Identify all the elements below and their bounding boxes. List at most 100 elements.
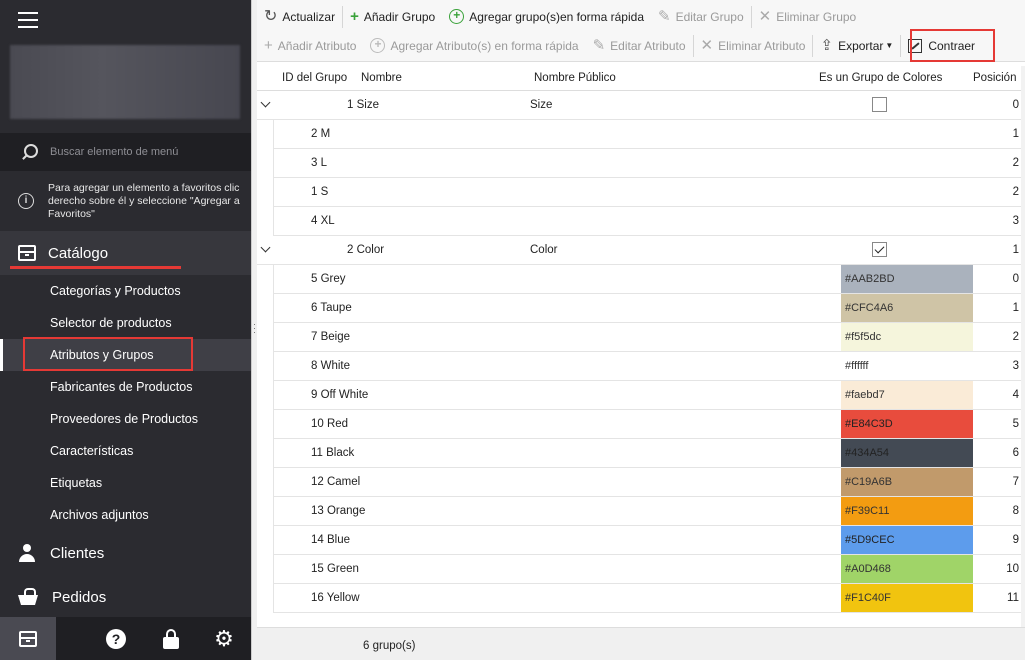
edit-group-label: Editar Grupo — [675, 9, 744, 24]
home-button[interactable] — [0, 617, 56, 660]
lock-icon — [163, 629, 179, 649]
delete-group-button[interactable]: ✕ Eliminar Grupo — [752, 3, 864, 30]
column-header-name[interactable]: Nombre — [361, 72, 402, 84]
status-bar: 6 grupo(s) — [257, 627, 1025, 660]
attribute-row[interactable]: 1 S 2 — [273, 178, 1021, 207]
pencil-icon: ✎ — [592, 37, 606, 54]
attribute-row[interactable]: 9 Off White #faebd7 4 — [273, 381, 1021, 410]
group-row[interactable]: 1 Size Size 0 — [257, 91, 1021, 120]
favorites-tip-text: Para agregar un elemento a favoritos cli… — [48, 181, 240, 220]
info-icon: i — [18, 193, 34, 209]
group-label: 2 Color — [347, 244, 385, 256]
attribute-position: 3 — [1012, 215, 1019, 227]
plus-icon: + — [350, 8, 359, 25]
lock-button[interactable] — [160, 628, 182, 650]
help-button[interactable]: ? — [105, 628, 127, 650]
delete-group-label: Eliminar Grupo — [776, 9, 857, 24]
store-icon — [19, 630, 37, 647]
attribute-position: 6 — [1012, 447, 1019, 459]
attribute-row[interactable]: 13 Orange #F39C11 8 — [273, 497, 1021, 526]
quick-add-attributes-button[interactable]: + Agregar Atributo(s) en forma rápida — [363, 32, 585, 59]
settings-button[interactable]: ⚙ — [213, 628, 235, 650]
hamburger-menu-icon[interactable] — [18, 12, 38, 28]
sidebar-item-clients-label: Clientes — [50, 544, 105, 562]
sidebar-item-orders[interactable]: Pedidos — [0, 575, 251, 619]
color-group-checkbox[interactable] — [872, 242, 887, 257]
submenu-product-selector[interactable]: Selector de productos — [0, 307, 251, 339]
color-swatch: #faebd7 — [841, 381, 973, 409]
attribute-row[interactable]: 2 M 1 — [273, 120, 1021, 149]
attribute-row[interactable]: 11 Black #434A54 6 — [273, 439, 1021, 468]
group-count: 6 grupo(s) — [363, 640, 416, 652]
attribute-label: 11 Black — [311, 447, 355, 459]
submenu-categories-products[interactable]: Categorías y Productos — [0, 275, 251, 307]
highlight-box-attributes — [23, 337, 193, 371]
toolbar-row-attributes: + Añadir Atributo + Agregar Atributo(s) … — [257, 31, 982, 60]
attribute-row[interactable]: 3 L 2 — [273, 149, 1021, 178]
column-header-position[interactable]: Posición — [973, 72, 1016, 84]
attribute-row[interactable]: 6 Taupe #CFC4A6 1 — [273, 294, 1021, 323]
attribute-position: 11 — [1007, 592, 1019, 604]
profile-area — [10, 45, 240, 119]
group-row[interactable]: 2 Color Color 1 — [257, 236, 1021, 265]
attribute-label: 2 M — [311, 128, 331, 140]
submenu-attachments[interactable]: Archivos adjuntos — [0, 499, 251, 531]
chevron-down-icon[interactable] — [260, 242, 271, 253]
submenu-tags[interactable]: Etiquetas — [0, 467, 251, 499]
attribute-label: 3 L — [311, 157, 327, 169]
sidebar-item-orders-label: Pedidos — [52, 588, 107, 606]
attribute-row[interactable]: 15 Green #A0D468 10 — [273, 555, 1021, 584]
attribute-row[interactable]: 5 Grey #AAB2BD 0 — [273, 265, 1021, 294]
attribute-label: 14 Blue — [311, 534, 351, 546]
close-icon: ✕ — [758, 8, 772, 25]
menu-search-input[interactable] — [50, 146, 240, 158]
attribute-row[interactable]: 12 Camel #C19A6B 7 — [273, 468, 1021, 497]
edit-attribute-button[interactable]: ✎ Editar Atributo — [586, 32, 693, 59]
attribute-position: 0 — [1012, 273, 1019, 285]
add-attribute-label: Añadir Atributo — [277, 38, 357, 53]
submenu-suppliers[interactable]: Proveedores de Productos — [0, 403, 251, 435]
pencil-icon: ✎ — [658, 8, 671, 25]
attribute-row[interactable]: 8 White #ffffff 3 — [273, 352, 1021, 381]
group-label: 1 Size — [347, 99, 379, 111]
attribute-row[interactable]: 4 XL 3 — [273, 207, 1021, 236]
attribute-position: 2 — [1012, 331, 1019, 343]
attribute-row[interactable]: 16 Yellow #F1C40F 11 — [273, 584, 1021, 613]
attributes-grid: ID del Grupo Nombre Nombre Público Es un… — [257, 66, 1021, 627]
user-icon — [18, 544, 36, 562]
group-position: 0 — [1012, 99, 1019, 111]
chevron-down-icon[interactable] — [260, 97, 271, 108]
submenu-features[interactable]: Características — [0, 435, 251, 467]
attribute-position: 10 — [1006, 563, 1019, 575]
color-group-checkbox[interactable] — [872, 97, 887, 112]
grid-header: ID del Grupo Nombre Nombre Público Es un… — [257, 66, 1021, 91]
color-swatch: #434A54 — [841, 439, 973, 467]
attribute-row[interactable]: 14 Blue #5D9CEC 9 — [273, 526, 1021, 555]
close-icon: ✕ — [700, 37, 714, 54]
attribute-row[interactable]: 10 Red #E84C3D 5 — [273, 410, 1021, 439]
group-public-name: Color — [530, 244, 558, 256]
add-group-button[interactable]: + Añadir Grupo — [343, 3, 442, 30]
plus-icon: + — [264, 37, 273, 54]
edit-group-button[interactable]: ✎ Editar Grupo — [651, 3, 751, 30]
attribute-row[interactable]: 7 Beige #f5f5dc 2 — [273, 323, 1021, 352]
export-button[interactable]: ⇪ Exportar ▼ — [813, 32, 900, 59]
add-attribute-button[interactable]: + Añadir Atributo — [257, 32, 363, 59]
toolbar-row-groups: ↻ Actualizar + Añadir Grupo + Agregar gr… — [257, 2, 863, 31]
sidebar-item-clients[interactable]: Clientes — [0, 531, 251, 575]
column-header-is-color[interactable]: Es un Grupo de Colores — [819, 72, 942, 84]
color-swatch: #F39C11 — [841, 497, 973, 525]
column-header-id[interactable]: ID del Grupo — [282, 72, 347, 84]
color-swatch: #AAB2BD — [841, 265, 973, 293]
column-header-public-name[interactable]: Nombre Público — [534, 72, 616, 84]
attribute-label: 10 Red — [311, 418, 349, 430]
delete-attribute-button[interactable]: ✕ Eliminar Atributo — [694, 32, 813, 59]
attribute-label: 4 XL — [311, 215, 335, 227]
vertical-scrollbar[interactable] — [1021, 66, 1025, 627]
highlight-underline — [10, 266, 181, 269]
attribute-label: 6 Taupe — [311, 302, 352, 314]
submenu-manufacturers[interactable]: Fabricantes de Productos — [0, 371, 251, 403]
help-icon: ? — [106, 629, 126, 649]
quick-add-groups-button[interactable]: + Agregar grupo(s)en forma rápida — [442, 3, 651, 30]
refresh-button[interactable]: ↻ Actualizar — [257, 3, 342, 30]
